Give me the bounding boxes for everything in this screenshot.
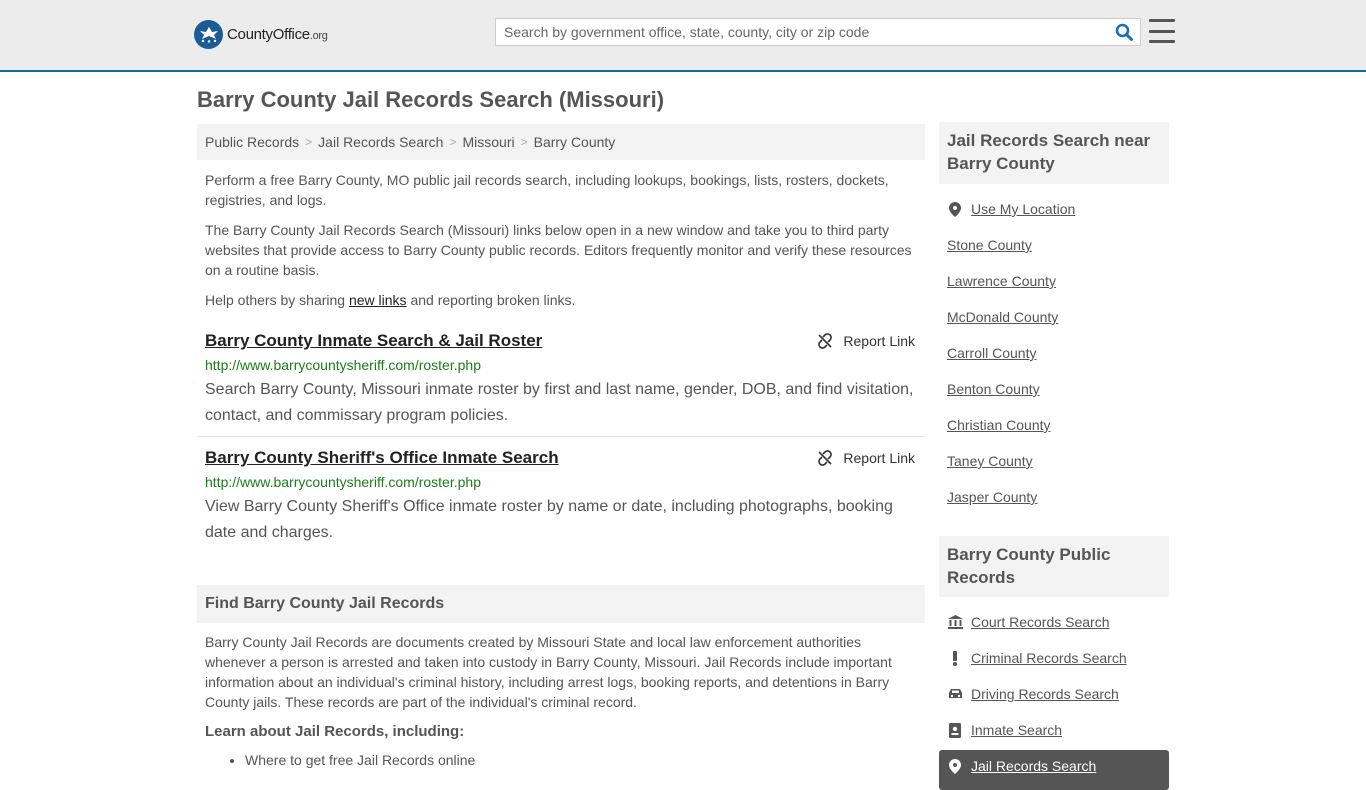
intro-share-text: Help others by sharing	[205, 292, 349, 308]
list-item: Where to get free Jail Records online	[245, 752, 475, 768]
logo-text: CountyOffice.org	[227, 26, 328, 43]
sidebar-item-benton-county[interactable]: Benton County	[947, 381, 1040, 397]
find-records-body: Barry County Jail Records are documents …	[205, 634, 892, 710]
breadcrumb-separator: >	[449, 135, 457, 149]
sidebar-item-court-records[interactable]: Court Records Search	[947, 614, 1110, 630]
sidebar-item-jasper-county[interactable]: Jasper County	[947, 489, 1037, 505]
result-url: http://www.barrycountysheriff.com/roster…	[205, 474, 481, 490]
result-description: View Barry County Sheriff's Office inmat…	[205, 498, 893, 541]
sidebar-item-lawrence-county[interactable]: Lawrence County	[947, 273, 1056, 289]
breadcrumb-jail-records-search[interactable]: Jail Records Search	[318, 134, 443, 150]
sidebar-item-inmate-search[interactable]: Inmate Search	[947, 722, 1062, 738]
use-my-location-label: Use My Location	[971, 201, 1076, 217]
result-divider	[197, 436, 925, 437]
report-link-label: Report Link	[843, 450, 915, 466]
search-button[interactable]	[1108, 19, 1140, 45]
breadcrumb-barry-county[interactable]: Barry County	[534, 134, 616, 150]
hamburger-menu-icon[interactable]	[1149, 19, 1175, 43]
find-records-heading: Find Barry County Jail Records	[197, 585, 925, 623]
result-url: http://www.barrycountysheriff.com/roster…	[205, 357, 481, 373]
report-link-label: Report Link	[843, 333, 915, 349]
car-icon	[947, 686, 963, 702]
result-title-link[interactable]: Barry County Inmate Search & Jail Roster	[205, 331, 542, 351]
sidebar-public-records-heading: Barry County Public Records	[939, 536, 1169, 597]
search-bar	[495, 18, 1141, 46]
intro-paragraph-3: Help others by sharing new links and rep…	[205, 290, 921, 310]
result-description: Search Barry County, Missouri inmate ros…	[205, 381, 914, 424]
sidebar-item-taney-county[interactable]: Taney County	[947, 453, 1033, 469]
result-title-link[interactable]: Barry County Sheriff's Office Inmate Sea…	[205, 448, 559, 468]
site-logo[interactable]: CountyOffice.org	[194, 20, 328, 49]
page-title: Barry County Jail Records Search (Missou…	[197, 87, 665, 112]
sidebar-item-mcdonald-county[interactable]: McDonald County	[947, 309, 1058, 325]
new-links-link[interactable]: new links	[349, 292, 407, 308]
sidebar-item-jail-records-active[interactable]: Jail Records Search	[939, 750, 1169, 790]
sidebar-item-christian-county[interactable]: Christian County	[947, 417, 1051, 433]
logo-main-text: CountyOffice	[227, 26, 310, 43]
logo-seal-icon	[194, 20, 223, 49]
learn-list: Where to get free Jail Records online	[245, 752, 475, 768]
breadcrumb: Public Records > Jail Records Search > M…	[197, 124, 925, 160]
logo-tld-text: .org	[309, 30, 328, 42]
breadcrumb-public-records[interactable]: Public Records	[205, 134, 299, 150]
sidebar-item-label: Court Records Search	[971, 614, 1110, 630]
map-pin-icon	[947, 201, 963, 217]
sidebar-nearby-heading: Jail Records Search near Barry County	[939, 122, 1169, 184]
map-pin-icon	[947, 758, 963, 774]
sidebar-item-label: Jail Records Search	[971, 758, 1097, 774]
sidebar-item-label: Inmate Search	[971, 722, 1063, 738]
sidebar-item-carroll-county[interactable]: Carroll County	[947, 345, 1036, 361]
intro-paragraph-1: Perform a free Barry County, MO public j…	[205, 172, 889, 208]
courthouse-icon	[947, 614, 963, 630]
site-header: CountyOffice.org	[0, 0, 1366, 72]
broken-link-icon	[818, 450, 833, 466]
breadcrumb-separator: >	[305, 135, 313, 149]
exclamation-icon	[947, 650, 963, 666]
search-icon	[1115, 23, 1133, 41]
id-badge-icon	[947, 722, 963, 738]
breadcrumb-missouri[interactable]: Missouri	[462, 134, 514, 150]
broken-link-icon	[818, 333, 833, 349]
use-my-location-link[interactable]: Use My Location	[947, 201, 1075, 217]
learn-heading: Learn about Jail Records, including:	[205, 723, 465, 740]
sidebar-item-stone-county[interactable]: Stone County	[947, 237, 1032, 253]
sidebar-item-criminal-records[interactable]: Criminal Records Search	[947, 650, 1127, 666]
intro-paragraph-2: The Barry County Jail Records Search (Mi…	[205, 222, 912, 278]
sidebar-item-label: Driving Records Search	[971, 686, 1119, 702]
search-input[interactable]	[496, 19, 1108, 45]
report-link-button[interactable]: Report Link	[817, 333, 915, 349]
intro-report-text: and reporting broken links.	[406, 292, 576, 308]
sidebar-item-label: Criminal Records Search	[971, 650, 1127, 666]
breadcrumb-separator: >	[520, 135, 528, 149]
report-link-button[interactable]: Report Link	[817, 450, 915, 466]
sidebar-item-driving-records[interactable]: Driving Records Search	[947, 686, 1119, 702]
